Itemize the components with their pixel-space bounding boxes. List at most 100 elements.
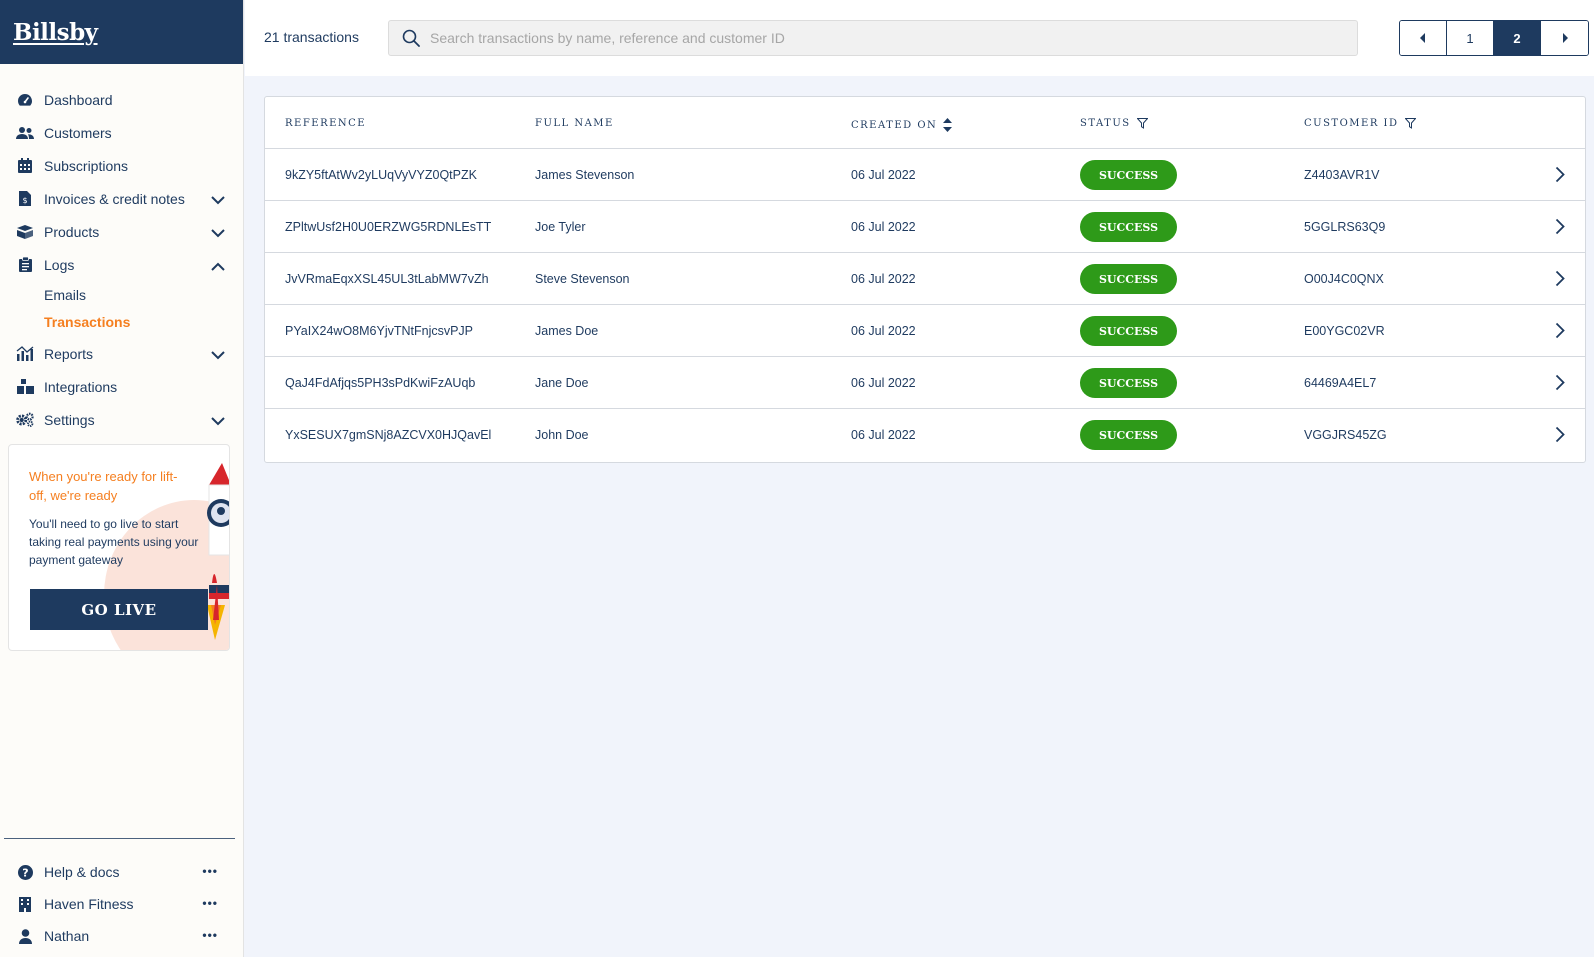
table-row[interactable]: JvVRmaEqxXSL45UL3tLabMW7vZh Steve Steven… (265, 253, 1585, 305)
more-options-icon[interactable]: ••• (202, 896, 218, 910)
sidebar-subitem-emails[interactable]: Emails (0, 281, 243, 308)
column-header-status[interactable]: STATUS (1080, 118, 1148, 129)
prev-page-button[interactable] (1400, 21, 1447, 55)
chevron-down-icon[interactable] (211, 192, 225, 208)
full-name-cell: James Stevenson (535, 168, 635, 182)
chevron-down-icon[interactable] (211, 413, 225, 429)
column-header-created-on[interactable]: CREATED ON (851, 118, 953, 132)
top-bar: 21 transactions 1 2 (245, 0, 1594, 76)
created-on-cell: 06 Jul 2022 (851, 272, 916, 286)
sort-icon[interactable] (943, 118, 953, 132)
sidebar-item-label: Logs (44, 256, 75, 273)
billsby-logo[interactable]: Billsby (13, 19, 98, 46)
svg-text:?: ? (22, 866, 28, 879)
sidebar-item-label: Help & docs (44, 864, 120, 880)
building-icon (16, 896, 34, 912)
status-badge: SUCCESS (1080, 264, 1177, 294)
sidebar-item-integrations[interactable]: Integrations (0, 370, 243, 403)
chevron-down-icon[interactable] (211, 347, 225, 363)
sidebar-item-products[interactable]: Products (0, 215, 243, 248)
user-icon (16, 928, 34, 944)
customer-id-cell: VGGJRS45ZG (1304, 428, 1387, 442)
created-on-cell: 06 Jul 2022 (851, 324, 916, 338)
sidebar-item-help-docs[interactable]: ? Help & docs ••• (0, 856, 244, 888)
sidebar: Billsby Dashboard Customers Subscription… (0, 0, 244, 957)
chevron-right-icon[interactable] (1555, 166, 1565, 183)
page-button-1[interactable]: 1 (1447, 21, 1494, 55)
more-options-icon[interactable]: ••• (202, 864, 218, 878)
filter-icon[interactable] (1136, 118, 1148, 129)
full-name-cell: Steve Stevenson (535, 272, 630, 286)
sidebar-item-label: Reports (44, 345, 94, 362)
caret-right-icon (1562, 33, 1568, 43)
sidebar-item-label: Dashboard (44, 91, 113, 108)
clipboard-icon (16, 257, 34, 273)
invoice-icon: $ (16, 191, 34, 207)
puzzle-blocks-icon (16, 379, 34, 395)
status-badge: SUCCESS (1080, 160, 1177, 190)
search-box[interactable] (388, 20, 1358, 56)
sidebar-item-dashboard[interactable]: Dashboard (0, 83, 243, 116)
sidebar-item-company[interactable]: Haven Fitness ••• (0, 888, 244, 920)
sidebar-item-logs[interactable]: Logs (0, 248, 243, 281)
next-page-button[interactable] (1541, 21, 1588, 55)
sidebar-item-label: Nathan (44, 928, 90, 944)
transactions-count: 21 transactions (264, 29, 359, 45)
table-row[interactable]: QaJ4FdAfjqs5PH3sPdKwiFzAUqb Jane Doe 06 … (265, 357, 1585, 409)
search-input[interactable] (430, 30, 1330, 46)
status-badge: SUCCESS (1080, 368, 1177, 398)
chevron-right-icon[interactable] (1555, 374, 1565, 391)
reference-cell: QaJ4FdAfjqs5PH3sPdKwiFzAUqb (285, 376, 476, 390)
created-on-cell: 06 Jul 2022 (851, 220, 916, 234)
sidebar-item-invoices[interactable]: $ Invoices & credit notes (0, 182, 243, 215)
search-icon (402, 29, 420, 47)
transactions-table: REFERENCE FULL NAME CREATED ON STATUS CU… (264, 96, 1586, 463)
sidebar-item-user[interactable]: Nathan ••• (0, 920, 244, 952)
table-row[interactable]: PYaIX24wO8M6YjvTNtFnjcsvPJP James Doe 06… (265, 305, 1585, 357)
created-on-cell: 06 Jul 2022 (851, 168, 916, 182)
sidebar-item-label: Customers (44, 124, 112, 141)
table-row[interactable]: 9kZY5ftAtWv2yLUqVyVYZ0QtPZK James Steven… (265, 149, 1585, 201)
sidebar-item-label: Integrations (44, 378, 118, 395)
full-name-cell: John Doe (535, 428, 589, 442)
status-badge: SUCCESS (1080, 420, 1177, 450)
sidebar-subitem-transactions[interactable]: Transactions (0, 308, 243, 335)
sidebar-item-subscriptions[interactable]: Subscriptions (0, 149, 243, 182)
table-row[interactable]: YxSESUX7gmSNj8AZCVX0HJQavEl John Doe 06 … (265, 409, 1585, 461)
svg-text:$: $ (22, 196, 27, 205)
chevron-right-icon[interactable] (1555, 270, 1565, 287)
sidebar-item-customers[interactable]: Customers (0, 116, 243, 149)
chevron-right-icon[interactable] (1555, 426, 1565, 443)
status-badge: SUCCESS (1080, 212, 1177, 242)
sidebar-item-label: Products (44, 223, 100, 240)
full-name-cell: Jane Doe (535, 376, 589, 390)
reference-cell: 9kZY5ftAtWv2yLUqVyVYZ0QtPZK (285, 168, 477, 182)
go-live-button[interactable]: GO LIVE (30, 589, 208, 630)
column-header-reference: REFERENCE (285, 118, 367, 129)
status-badge: SUCCESS (1080, 316, 1177, 346)
filter-icon[interactable] (1404, 118, 1416, 129)
chevron-up-icon[interactable] (211, 258, 225, 274)
chevron-down-icon[interactable] (211, 225, 225, 241)
chevron-right-icon[interactable] (1555, 322, 1565, 339)
customer-id-cell: E00YGC02VR (1304, 324, 1385, 338)
reference-cell: YxSESUX7gmSNj8AZCVX0HJQavEl (285, 428, 492, 442)
table-row[interactable]: ZPltwUsf2H0U0ERZWG5RDNLEsTT Joe Tyler 06… (265, 201, 1585, 253)
customer-id-cell: Z4403AVR1V (1304, 168, 1380, 182)
sidebar-item-reports[interactable]: Reports (0, 337, 243, 370)
sidebar-item-label: Invoices & credit notes (44, 190, 185, 207)
full-name-cell: James Doe (535, 324, 599, 338)
reference-cell: JvVRmaEqxXSL45UL3tLabMW7vZh (285, 272, 489, 286)
column-header-customer-id[interactable]: CUSTOMER ID (1304, 118, 1416, 129)
created-on-cell: 06 Jul 2022 (851, 428, 916, 442)
caret-left-icon (1420, 33, 1425, 43)
created-on-cell: 06 Jul 2022 (851, 376, 916, 390)
sidebar-item-label: Subscriptions (44, 157, 129, 174)
chevron-right-icon[interactable] (1555, 218, 1565, 235)
sidebar-bottom-nav: ? Help & docs ••• Haven Fitness ••• Nath… (0, 856, 244, 952)
more-options-icon[interactable]: ••• (202, 928, 218, 942)
sidebar-item-label: Haven Fitness (44, 896, 134, 912)
page-button-2[interactable]: 2 (1494, 21, 1541, 55)
reference-cell: ZPltwUsf2H0U0ERZWG5RDNLEsTT (285, 220, 492, 234)
sidebar-item-settings[interactable]: Settings (0, 403, 243, 436)
